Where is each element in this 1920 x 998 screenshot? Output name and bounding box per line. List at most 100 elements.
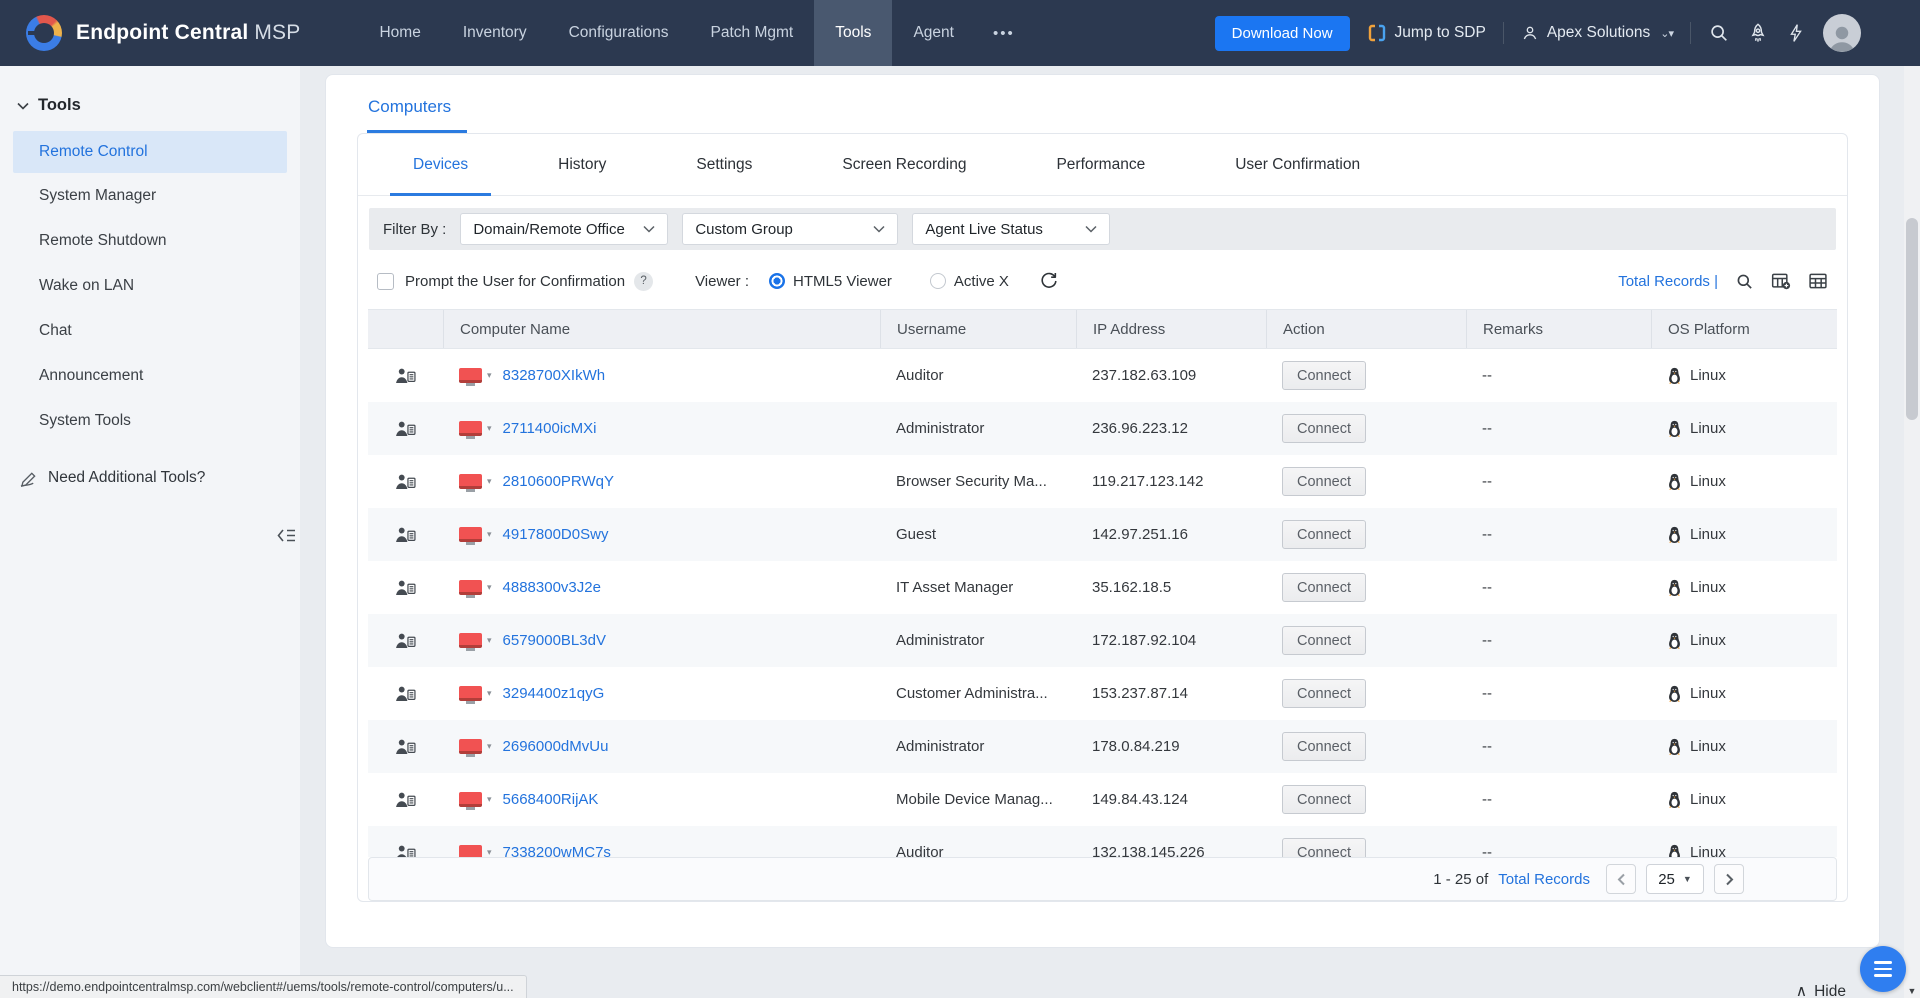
nav-item-configurations[interactable]: Configurations bbox=[548, 0, 690, 66]
computer-name-link[interactable]: 8328700XIkWh bbox=[503, 367, 606, 384]
table-view-icon[interactable] bbox=[1808, 271, 1828, 291]
computer-name-link[interactable]: 7338200wMC7s bbox=[503, 844, 611, 857]
sidebar-item-system-tools[interactable]: System Tools bbox=[0, 398, 300, 443]
tab-screen-recording[interactable]: Screen Recording bbox=[797, 134, 1011, 195]
help-icon[interactable]: ? bbox=[634, 272, 653, 291]
connect-button[interactable]: Connect bbox=[1282, 520, 1366, 549]
remote-monitor-icon[interactable] bbox=[459, 792, 482, 807]
lightning-icon[interactable] bbox=[1786, 22, 1806, 44]
connect-button[interactable]: Connect bbox=[1282, 414, 1366, 443]
prompt-user-checkbox[interactable] bbox=[377, 273, 394, 290]
nav-more-button[interactable]: ••• bbox=[975, 25, 1033, 42]
nav-item-home[interactable]: Home bbox=[358, 0, 441, 66]
nav-item-agent[interactable]: Agent bbox=[892, 0, 975, 66]
computer-name-link[interactable]: 2810600PRWqY bbox=[503, 473, 614, 490]
total-records-link[interactable]: Total Records | bbox=[1618, 273, 1718, 290]
scrollbar-down-arrow[interactable]: ▼ bbox=[1904, 986, 1920, 996]
remote-monitor-icon[interactable] bbox=[459, 845, 482, 857]
connect-button[interactable]: Connect bbox=[1282, 467, 1366, 496]
computer-name-link[interactable]: 5668400RijAK bbox=[503, 791, 599, 808]
table-search-icon[interactable] bbox=[1735, 272, 1754, 291]
tab-settings[interactable]: Settings bbox=[651, 134, 797, 195]
monitor-dropdown-caret-icon[interactable]: ▾ bbox=[487, 635, 492, 646]
jump-to-sdp-link[interactable]: Jump to SDP bbox=[1367, 23, 1486, 43]
sidebar-item-remote-shutdown[interactable]: Remote Shutdown bbox=[0, 218, 300, 263]
scrollbar-thumb[interactable] bbox=[1906, 218, 1918, 420]
search-icon[interactable] bbox=[1708, 22, 1730, 44]
refresh-icon[interactable] bbox=[1039, 271, 1059, 291]
computer-name-link[interactable]: 4917800D0Swy bbox=[503, 526, 609, 543]
page-scrollbar[interactable]: ▼ bbox=[1904, 66, 1920, 998]
quick-menu-fab[interactable] bbox=[1860, 946, 1906, 992]
connect-button[interactable]: Connect bbox=[1282, 573, 1366, 602]
tab-devices[interactable]: Devices bbox=[368, 134, 513, 195]
monitor-dropdown-caret-icon[interactable]: ▾ bbox=[487, 476, 492, 487]
nav-item-inventory[interactable]: Inventory bbox=[442, 0, 548, 66]
nav-item-tools[interactable]: Tools bbox=[814, 0, 892, 66]
tab-user-confirmation[interactable]: User Confirmation bbox=[1190, 134, 1405, 195]
computer-name-link[interactable]: 2711400icMXi bbox=[503, 420, 597, 437]
computer-name-link[interactable]: 3294400z1qyG bbox=[503, 685, 605, 702]
os-platform-cell: Linux bbox=[1651, 614, 1837, 667]
connect-button[interactable]: Connect bbox=[1282, 732, 1366, 761]
tab-computers[interactable]: Computers bbox=[367, 97, 467, 133]
ip-address-cell: 142.97.251.16 bbox=[1076, 508, 1266, 561]
next-page-button[interactable] bbox=[1714, 864, 1744, 894]
remote-monitor-icon[interactable] bbox=[459, 474, 482, 489]
page-size-select[interactable]: 25 ▼ bbox=[1646, 864, 1704, 894]
filter-select-custom-group[interactable]: Custom Group bbox=[682, 213, 898, 245]
viewer-option-html5-viewer[interactable]: HTML5 Viewer bbox=[769, 273, 892, 290]
chevron-down-icon bbox=[643, 225, 655, 233]
computer-name-link[interactable]: 2696000dMvUu bbox=[503, 738, 609, 755]
remote-monitor-icon[interactable] bbox=[459, 527, 482, 542]
remote-monitor-icon[interactable] bbox=[459, 368, 482, 383]
sidebar-item-remote-control[interactable]: Remote Control bbox=[13, 131, 287, 173]
sidebar-item-announcement[interactable]: Announcement bbox=[0, 353, 300, 398]
filter-select-agent-live-status[interactable]: Agent Live Status bbox=[912, 213, 1110, 245]
filter-select-domain-remote-office[interactable]: Domain/Remote Office bbox=[460, 213, 668, 245]
connect-button[interactable]: Connect bbox=[1282, 838, 1366, 857]
connect-button[interactable]: Connect bbox=[1282, 785, 1366, 814]
monitor-dropdown-caret-icon[interactable]: ▾ bbox=[487, 741, 492, 752]
prev-page-button[interactable] bbox=[1606, 864, 1636, 894]
monitor-dropdown-caret-icon[interactable]: ▾ bbox=[487, 370, 492, 381]
connect-button[interactable]: Connect bbox=[1282, 626, 1366, 655]
monitor-dropdown-caret-icon[interactable]: ▾ bbox=[487, 794, 492, 805]
remote-monitor-icon[interactable] bbox=[459, 633, 482, 648]
monitor-dropdown-caret-icon[interactable]: ▾ bbox=[487, 423, 492, 434]
hide-control[interactable]: ∧ Hide bbox=[1796, 982, 1846, 998]
table-header: Computer NameUsernameIP AddressActionRem… bbox=[368, 309, 1837, 349]
remote-monitor-icon[interactable] bbox=[459, 739, 482, 754]
need-additional-tools-link[interactable]: Need Additional Tools? bbox=[0, 469, 300, 487]
sidebar-item-chat[interactable]: Chat bbox=[0, 308, 300, 353]
account-menu[interactable]: Apex Solutions ⌄▾ bbox=[1521, 24, 1673, 42]
monitor-dropdown-caret-icon[interactable]: ▾ bbox=[487, 688, 492, 699]
sidebar-item-system-manager[interactable]: System Manager bbox=[0, 173, 300, 218]
remote-monitor-icon[interactable] bbox=[459, 580, 482, 595]
tab-performance[interactable]: Performance bbox=[1011, 134, 1190, 195]
monitor-dropdown-caret-icon[interactable]: ▾ bbox=[487, 582, 492, 593]
remote-monitor-icon[interactable] bbox=[459, 686, 482, 701]
sidebar-collapse-icon[interactable] bbox=[277, 528, 296, 543]
computer-name-link[interactable]: 6579000BL3dV bbox=[503, 632, 606, 649]
monitor-dropdown-caret-icon[interactable]: ▾ bbox=[487, 847, 492, 857]
sidebar-section-tools[interactable]: Tools bbox=[0, 66, 300, 115]
whats-new-rocket-icon[interactable] bbox=[1747, 22, 1769, 44]
connect-button[interactable]: Connect bbox=[1282, 679, 1366, 708]
ip-address-cell: 237.182.63.109 bbox=[1076, 349, 1266, 402]
apps-grid-icon[interactable] bbox=[1878, 23, 1898, 43]
tab-history[interactable]: History bbox=[513, 134, 651, 195]
add-column-icon[interactable] bbox=[1771, 271, 1791, 291]
viewer-option-active-x[interactable]: Active X bbox=[930, 273, 1009, 290]
monitor-dropdown-caret-icon[interactable]: ▾ bbox=[487, 529, 492, 540]
computer-name-link[interactable]: 4888300v3J2e bbox=[503, 579, 601, 596]
connect-button[interactable]: Connect bbox=[1282, 361, 1366, 390]
pagination-total-records-link[interactable]: Total Records bbox=[1498, 871, 1590, 888]
username-cell: Administrator bbox=[880, 614, 1076, 667]
download-now-button[interactable]: Download Now bbox=[1215, 16, 1350, 51]
os-platform-label: Linux bbox=[1690, 526, 1726, 543]
profile-avatar[interactable] bbox=[1823, 14, 1861, 52]
sidebar-item-wake-on-lan[interactable]: Wake on LAN bbox=[0, 263, 300, 308]
remote-monitor-icon[interactable] bbox=[459, 421, 482, 436]
nav-item-patch-mgmt[interactable]: Patch Mgmt bbox=[690, 0, 815, 66]
